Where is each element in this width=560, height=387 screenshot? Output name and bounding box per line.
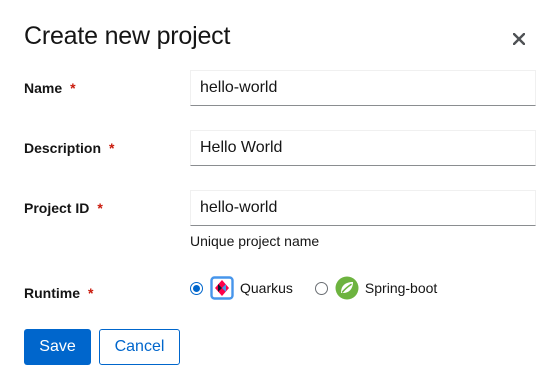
close-icon	[513, 33, 525, 45]
name-label: Name *	[24, 80, 76, 96]
project-id-label-text: Project ID	[24, 200, 90, 216]
description-input[interactable]	[190, 130, 536, 166]
description-label-text: Description	[24, 140, 102, 156]
description-label: Description *	[24, 140, 114, 156]
name-input[interactable]	[190, 70, 536, 106]
runtime-radio-group: Quarkus Spring-boot	[190, 274, 437, 302]
project-id-label: Project ID *	[24, 200, 103, 216]
project-id-helper-text: Unique project name	[190, 233, 320, 249]
required-marker: *	[70, 80, 76, 96]
spring-boot-radio[interactable]	[314, 281, 328, 295]
close-button[interactable]	[508, 28, 530, 50]
quarkus-radio[interactable]	[190, 281, 203, 295]
required-marker: *	[97, 200, 103, 216]
dialog-title: Create new project	[24, 22, 231, 50]
project-id-input[interactable]	[190, 190, 536, 226]
spring-boot-label[interactable]: Spring-boot	[365, 280, 437, 296]
required-marker: *	[88, 285, 94, 301]
required-marker: *	[109, 140, 115, 156]
runtime-label: Runtime *	[24, 285, 93, 301]
save-button[interactable]: Save	[24, 329, 91, 365]
quarkus-icon	[210, 276, 234, 300]
runtime-label-text: Runtime	[24, 285, 80, 301]
quarkus-label[interactable]: Quarkus	[240, 280, 293, 296]
spring-boot-icon	[335, 276, 359, 300]
cancel-button[interactable]: Cancel	[99, 329, 180, 365]
name-label-text: Name	[24, 80, 63, 96]
